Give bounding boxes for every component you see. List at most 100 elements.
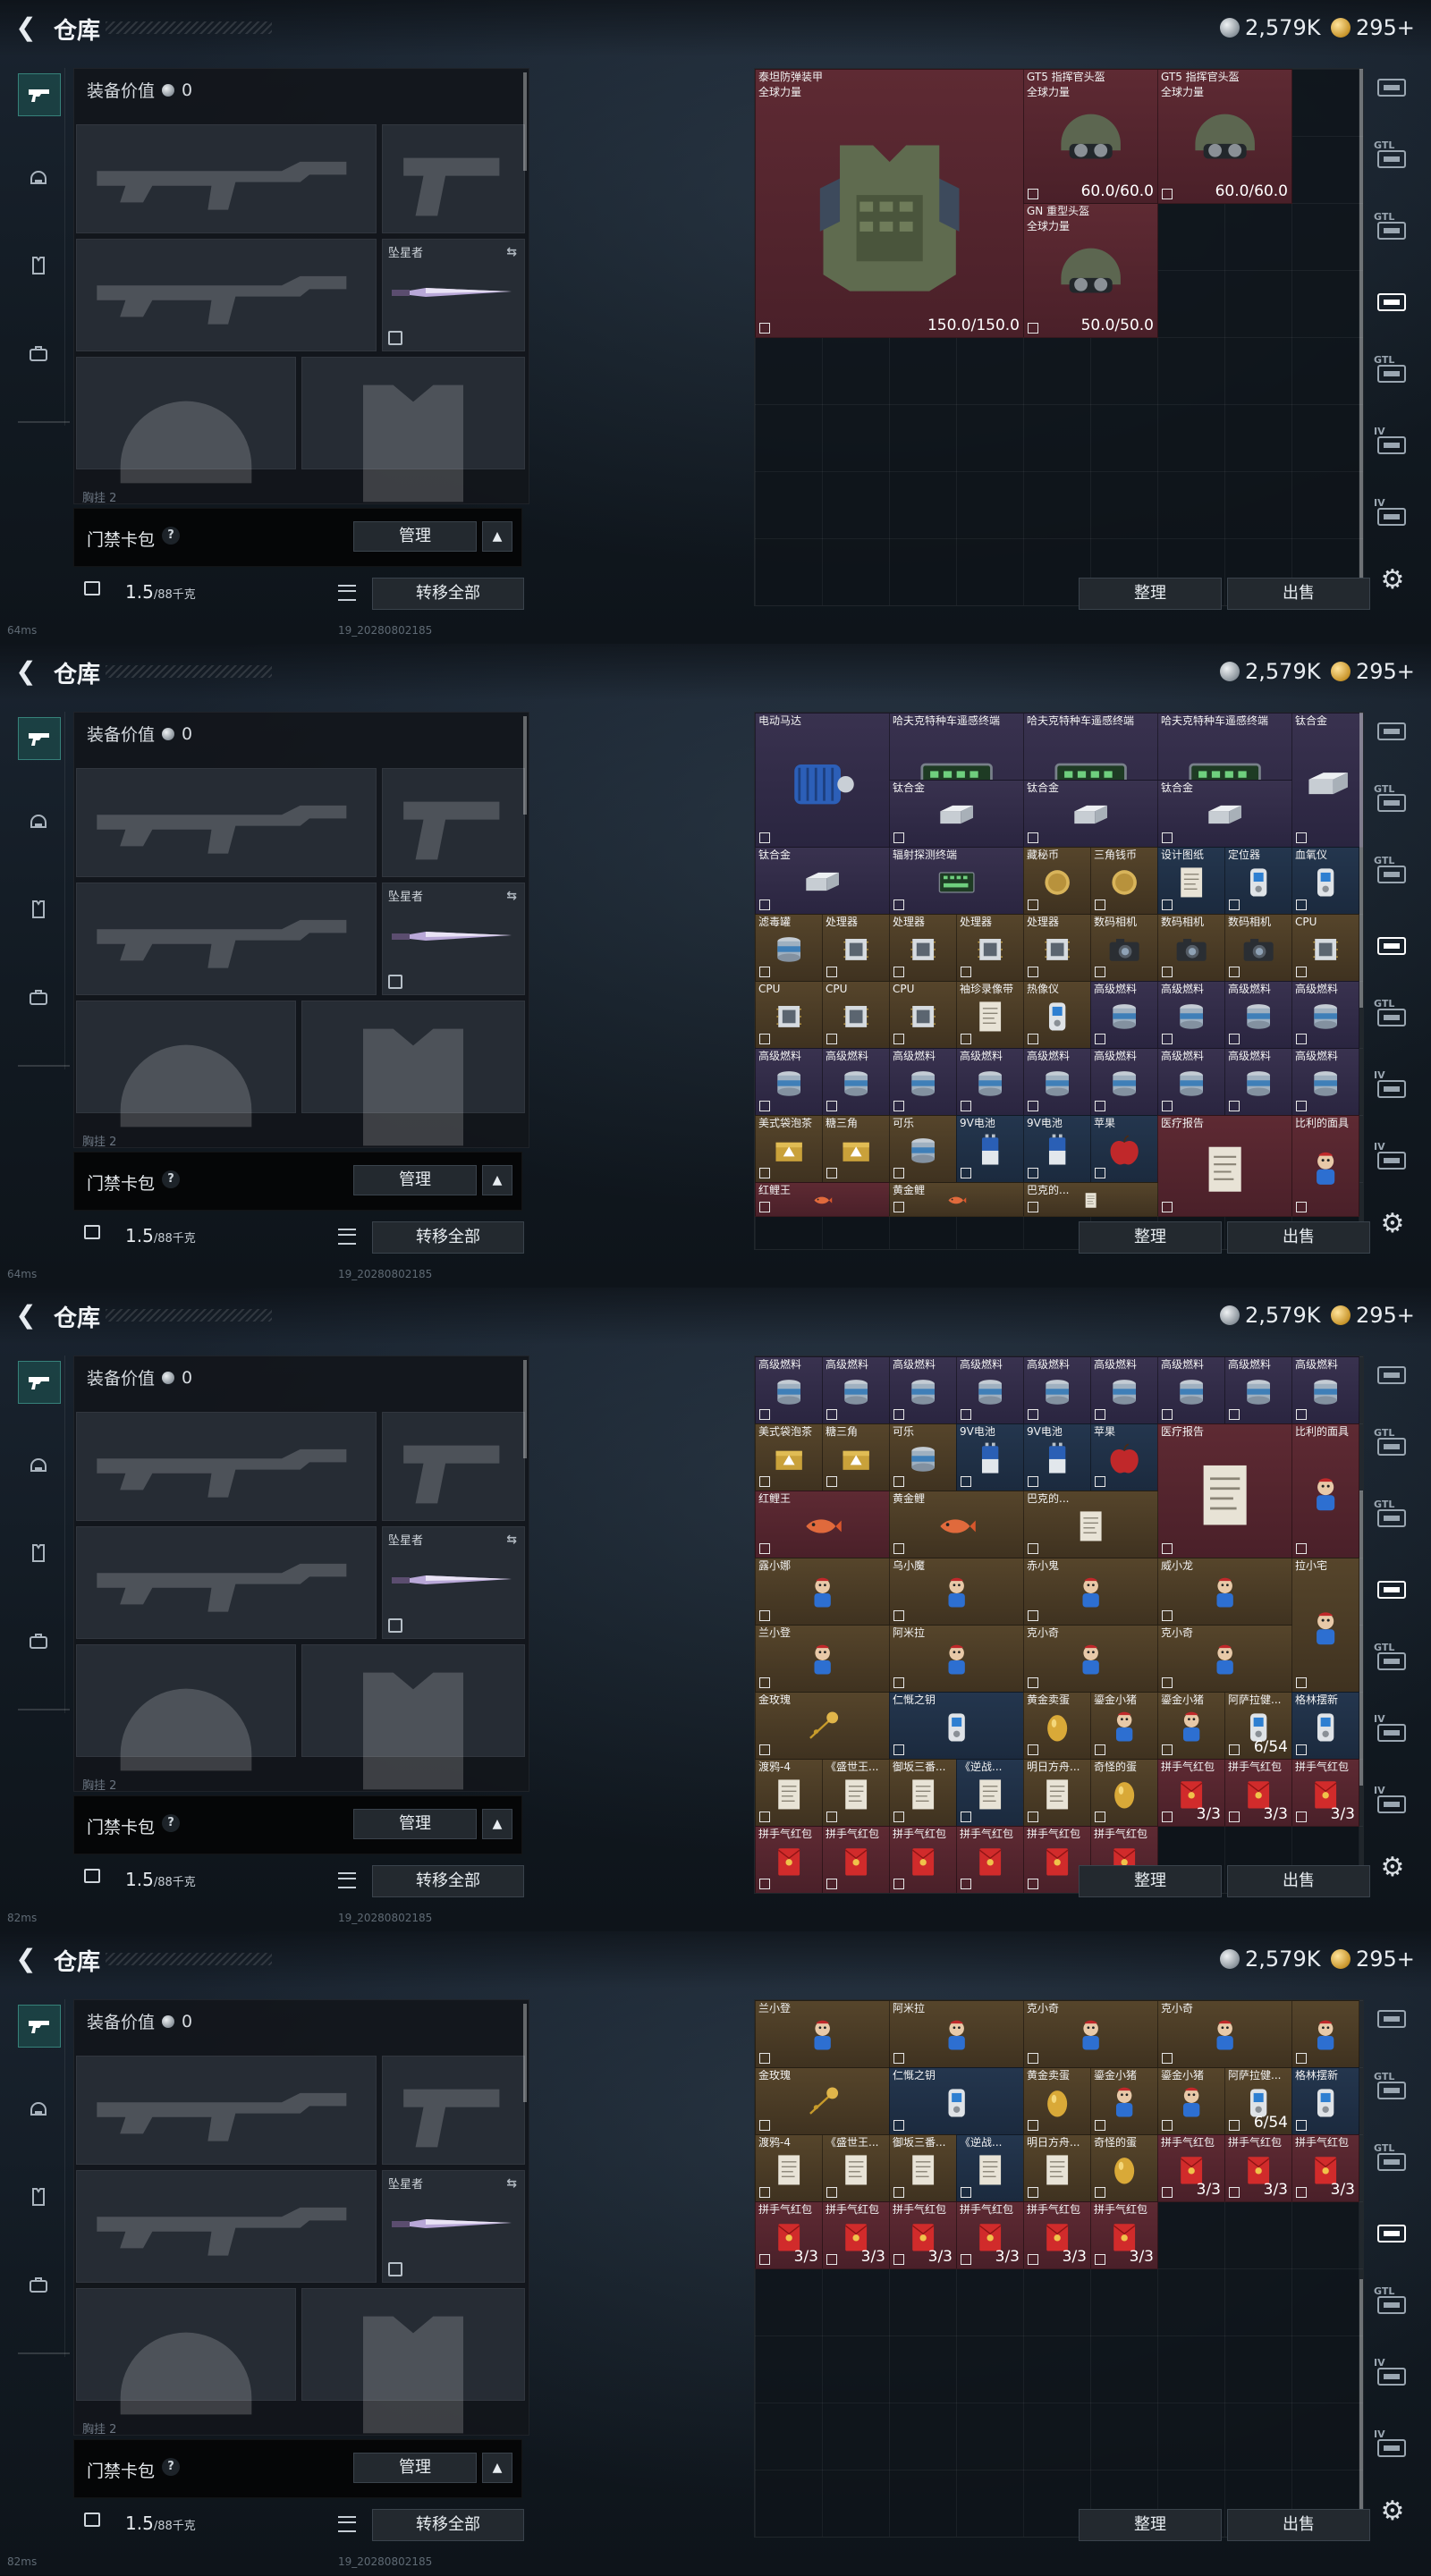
- stash-item[interactable]: CPU: [755, 981, 823, 1049]
- gear-icon[interactable]: ⚙: [1379, 1211, 1406, 1237]
- stash-item[interactable]: 定位器: [1224, 847, 1292, 915]
- armor-slot[interactable]: [301, 1644, 525, 1790]
- stash-item[interactable]: GT5 指挥官头盔 全球力量 60.0/60.0: [1023, 69, 1158, 204]
- container-tab-icon[interactable]: GTL: [1372, 139, 1411, 179]
- gold-currency[interactable]: 295+: [1331, 1946, 1415, 1972]
- gun-icon[interactable]: [18, 717, 61, 760]
- stash-item[interactable]: 阿米拉: [889, 2000, 1024, 2068]
- list-icon[interactable]: [338, 585, 356, 601]
- helmet-slot[interactable]: [76, 1644, 296, 1771]
- container-tab-icon[interactable]: GTL: [1372, 211, 1411, 250]
- container-tab-icon[interactable]: IV: [1372, 497, 1411, 536]
- container-tab-icon[interactable]: GTL: [1372, 855, 1411, 894]
- helmet-icon[interactable]: [18, 2089, 59, 2130]
- help-icon[interactable]: ?: [162, 527, 180, 545]
- stash-item[interactable]: 威小龙: [1157, 1558, 1292, 1626]
- manage-button[interactable]: 管理: [353, 1165, 477, 1195]
- sell-button[interactable]: 出售: [1227, 1221, 1370, 1254]
- stash-item[interactable]: 黄金鲤: [889, 1182, 1024, 1217]
- vest-icon[interactable]: [18, 2176, 59, 2217]
- stash-item[interactable]: 克小奇: [1157, 1625, 1292, 1693]
- stash-item[interactable]: 阿米拉: [889, 1625, 1024, 1693]
- gun-icon[interactable]: [18, 1361, 61, 1404]
- helmet-icon[interactable]: [18, 1445, 59, 1486]
- stash-item[interactable]: 钛合金: [889, 780, 1024, 848]
- stash-item[interactable]: 9V电池: [956, 1115, 1024, 1183]
- stash-item[interactable]: 处理器: [822, 914, 890, 982]
- stash-item[interactable]: 处理器: [1023, 914, 1091, 982]
- stash-item[interactable]: 苹果: [1090, 1115, 1158, 1183]
- stash-item[interactable]: 阿萨拉健... 6/54: [1224, 1692, 1292, 1760]
- backpack-icon[interactable]: [18, 1620, 59, 1661]
- container-tab-icon[interactable]: [1372, 68, 1411, 107]
- stash-item[interactable]: CPU: [889, 981, 957, 1049]
- stash-item[interactable]: 高级燃料: [889, 1048, 957, 1116]
- stash-item[interactable]: 高级燃料: [956, 1356, 1024, 1424]
- transfer-all-button[interactable]: 转移全部: [372, 578, 524, 610]
- stash-item[interactable]: 高级燃料: [1291, 1048, 1359, 1116]
- stash-item[interactable]: 拼手气红包 3/3: [1157, 1759, 1225, 1827]
- stash-item[interactable]: 兰小登: [755, 2000, 890, 2068]
- transfer-all-button[interactable]: 转移全部: [372, 2509, 524, 2541]
- stash-item[interactable]: 《盛世王...: [822, 1759, 890, 1827]
- helmet-icon[interactable]: [18, 801, 59, 842]
- back-icon[interactable]: ❮: [13, 1302, 39, 1329]
- container-tab-icon[interactable]: GTL: [1372, 1642, 1411, 1681]
- stash-item[interactable]: 巴克的...: [1023, 1491, 1158, 1558]
- stash-item[interactable]: 钛合金: [1023, 780, 1158, 848]
- backpack-icon[interactable]: [18, 2264, 59, 2305]
- stash-item[interactable]: 拼手气红包 3/3: [1291, 1759, 1359, 1827]
- stash-item[interactable]: 高级燃料: [1090, 1356, 1158, 1424]
- stash-item[interactable]: 巴克的...: [1023, 1182, 1158, 1217]
- manage-button[interactable]: 管理: [353, 2453, 477, 2483]
- stash-item[interactable]: 奇怪的蛋: [1090, 2134, 1158, 2202]
- container-tab-icon[interactable]: GTL: [1372, 1427, 1411, 1466]
- equipment-scrollbar[interactable]: [523, 2004, 527, 2102]
- stash-item[interactable]: 医疗报告: [1157, 1423, 1292, 1558]
- stash-item[interactable]: 设计图纸: [1157, 847, 1225, 915]
- secondary-weapon-slot[interactable]: [76, 883, 377, 995]
- stash-item[interactable]: 高级燃料: [1291, 1356, 1359, 1424]
- container-tab-icon[interactable]: IV: [1372, 1069, 1411, 1109]
- stash-item[interactable]: 拼手气红包 3/3: [956, 2201, 1024, 2269]
- stash-item[interactable]: 《逆战...: [956, 1759, 1024, 1827]
- primary-weapon-slot[interactable]: [76, 124, 377, 233]
- gold-currency[interactable]: 295+: [1331, 1302, 1415, 1329]
- stash-item[interactable]: 可乐: [889, 1115, 957, 1183]
- container-tab-icon[interactable]: [1372, 1356, 1411, 1395]
- stash-item[interactable]: 高级燃料: [956, 1048, 1024, 1116]
- container-tab-icon[interactable]: GTL: [1372, 998, 1411, 1037]
- container-tab-icon[interactable]: IV: [1372, 426, 1411, 465]
- stash-item[interactable]: 拼手气红包 3/3: [755, 2201, 823, 2269]
- list-icon[interactable]: [338, 1872, 356, 1888]
- stash-item[interactable]: 乌小魔: [889, 1558, 1024, 1626]
- swap-icon[interactable]: ⇆: [506, 889, 517, 903]
- stash-item[interactable]: 医疗报告: [1157, 1115, 1292, 1217]
- stash-item[interactable]: 苹果: [1090, 1423, 1158, 1491]
- backpack-icon[interactable]: [18, 333, 59, 374]
- sort-button[interactable]: 整理: [1079, 1221, 1222, 1254]
- stash-item[interactable]: 兰小登: [755, 1625, 890, 1693]
- chevron-up-icon[interactable]: ▲: [482, 1809, 512, 1839]
- stash-scroll-thumb[interactable]: [1359, 2279, 1363, 2537]
- stash-item[interactable]: 处理器: [889, 914, 957, 982]
- swap-icon[interactable]: ⇆: [506, 2176, 517, 2191]
- stash-item[interactable]: 高级燃料: [755, 1356, 823, 1424]
- stash-item[interactable]: 红鲤王: [755, 1182, 890, 1217]
- container-tab-icon[interactable]: IV: [1372, 2357, 1411, 2396]
- pistol-slot[interactable]: [382, 2056, 525, 2165]
- stash-item[interactable]: 拼手气红包 3/3: [1090, 2201, 1158, 2269]
- primary-weapon-slot[interactable]: [76, 2056, 377, 2165]
- armor-slot[interactable]: [301, 2288, 525, 2434]
- stash-item[interactable]: 红鲤王: [755, 1491, 890, 1558]
- stash-item[interactable]: 数码相机: [1224, 914, 1292, 982]
- stash-item[interactable]: 高级燃料: [1023, 1048, 1091, 1116]
- sort-button[interactable]: 整理: [1079, 578, 1222, 610]
- container-tab-icon[interactable]: GTL: [1372, 354, 1411, 393]
- stash-item[interactable]: 拼手气红包 3/3: [822, 2201, 890, 2269]
- stash-item[interactable]: 拼手气红包: [889, 1826, 957, 1893]
- stash-item[interactable]: CPU: [1291, 914, 1359, 982]
- stash-item[interactable]: 拼手气红包 3/3: [889, 2201, 957, 2269]
- backpack-icon[interactable]: [18, 976, 59, 1018]
- stash-item[interactable]: GT5 指挥官头盔 全球力量 60.0/60.0: [1157, 69, 1292, 204]
